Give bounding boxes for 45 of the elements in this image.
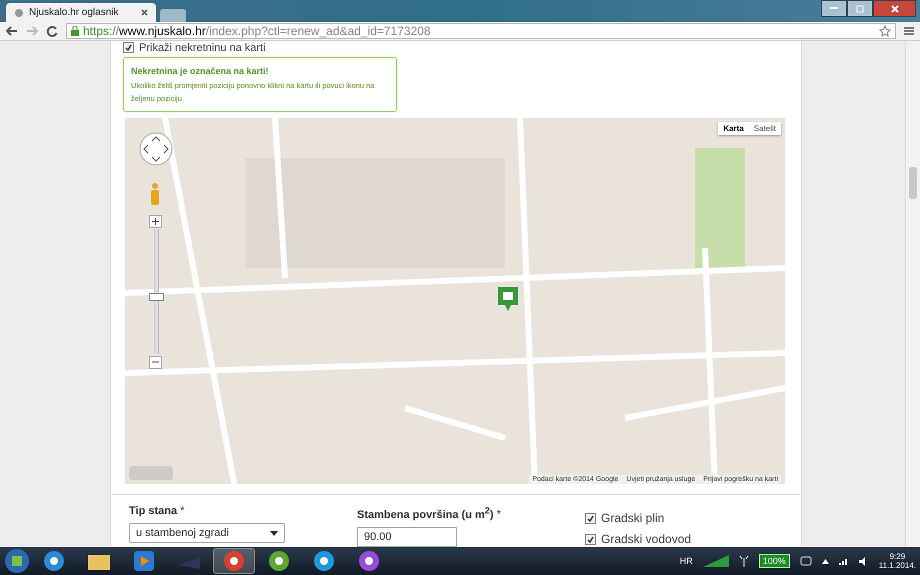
restore-icon [856,4,864,12]
utility-checkbox[interactable]: Gradski vodovod [585,532,692,546]
field-label: Tip stana * [129,505,186,518]
close-button[interactable] [873,0,916,17]
language-indicator[interactable]: HR [680,556,693,566]
network-bars-icon[interactable] [838,557,849,565]
check-icon [587,514,594,522]
utility-checkbox[interactable]: Gradski plin [585,511,692,526]
clock[interactable]: 9:29 11.1.2014. [878,552,916,570]
close-icon [890,4,898,12]
show-on-map-checkbox[interactable]: Prikaži nekretninu na karti [123,41,801,55]
star-icon[interactable] [879,25,891,37]
show-hidden-icons-icon[interactable] [822,558,829,564]
zoom-in-button[interactable] [149,214,162,228]
minimize-icon [830,7,838,10]
chrome-app-icon[interactable] [213,548,255,574]
page-icon [14,8,24,18]
apartment-type-dropdown[interactable]: u stambenoj zgradi [129,523,285,544]
menu-icon[interactable] [904,26,914,36]
notice-title: Nekretnina je označena na karti! [131,66,270,76]
plug-icon[interactable] [800,556,812,566]
battery-indicator[interactable]: 100% [758,554,790,568]
browser-tab[interactable]: Njuskalo.hr oglasnik [6,3,156,22]
pan-control[interactable] [139,132,173,166]
antenna-icon[interactable] [738,555,749,567]
area-input[interactable]: 90.00 [357,527,457,547]
minimize-button[interactable] [821,0,847,17]
caret-icon [270,530,278,536]
back-button[interactable] [6,26,18,36]
field-label: Stambena površina (u m$^{2}$) * [357,505,502,521]
lock-icon [71,26,79,36]
minus-icon [152,361,159,364]
check-icon [125,44,132,52]
close-icon[interactable] [141,9,148,16]
start-button[interactable] [4,548,30,574]
address-bar[interactable]: https://www.njuskalo.hr/index.php?ctl=renew_ad&ad_id=7173208 [66,23,896,39]
zoom-slider-handle[interactable] [149,293,164,302]
zoom-out-button[interactable] [149,356,162,369]
restore-button[interactable] [847,0,873,17]
signal-strength-icon[interactable] [702,555,729,567]
reload-button[interactable] [46,25,58,37]
check-icon [587,536,594,543]
location-marker-icon[interactable] [497,286,519,312]
map-type-button[interactable]: Karta [718,122,749,135]
plus-icon [152,218,159,225]
